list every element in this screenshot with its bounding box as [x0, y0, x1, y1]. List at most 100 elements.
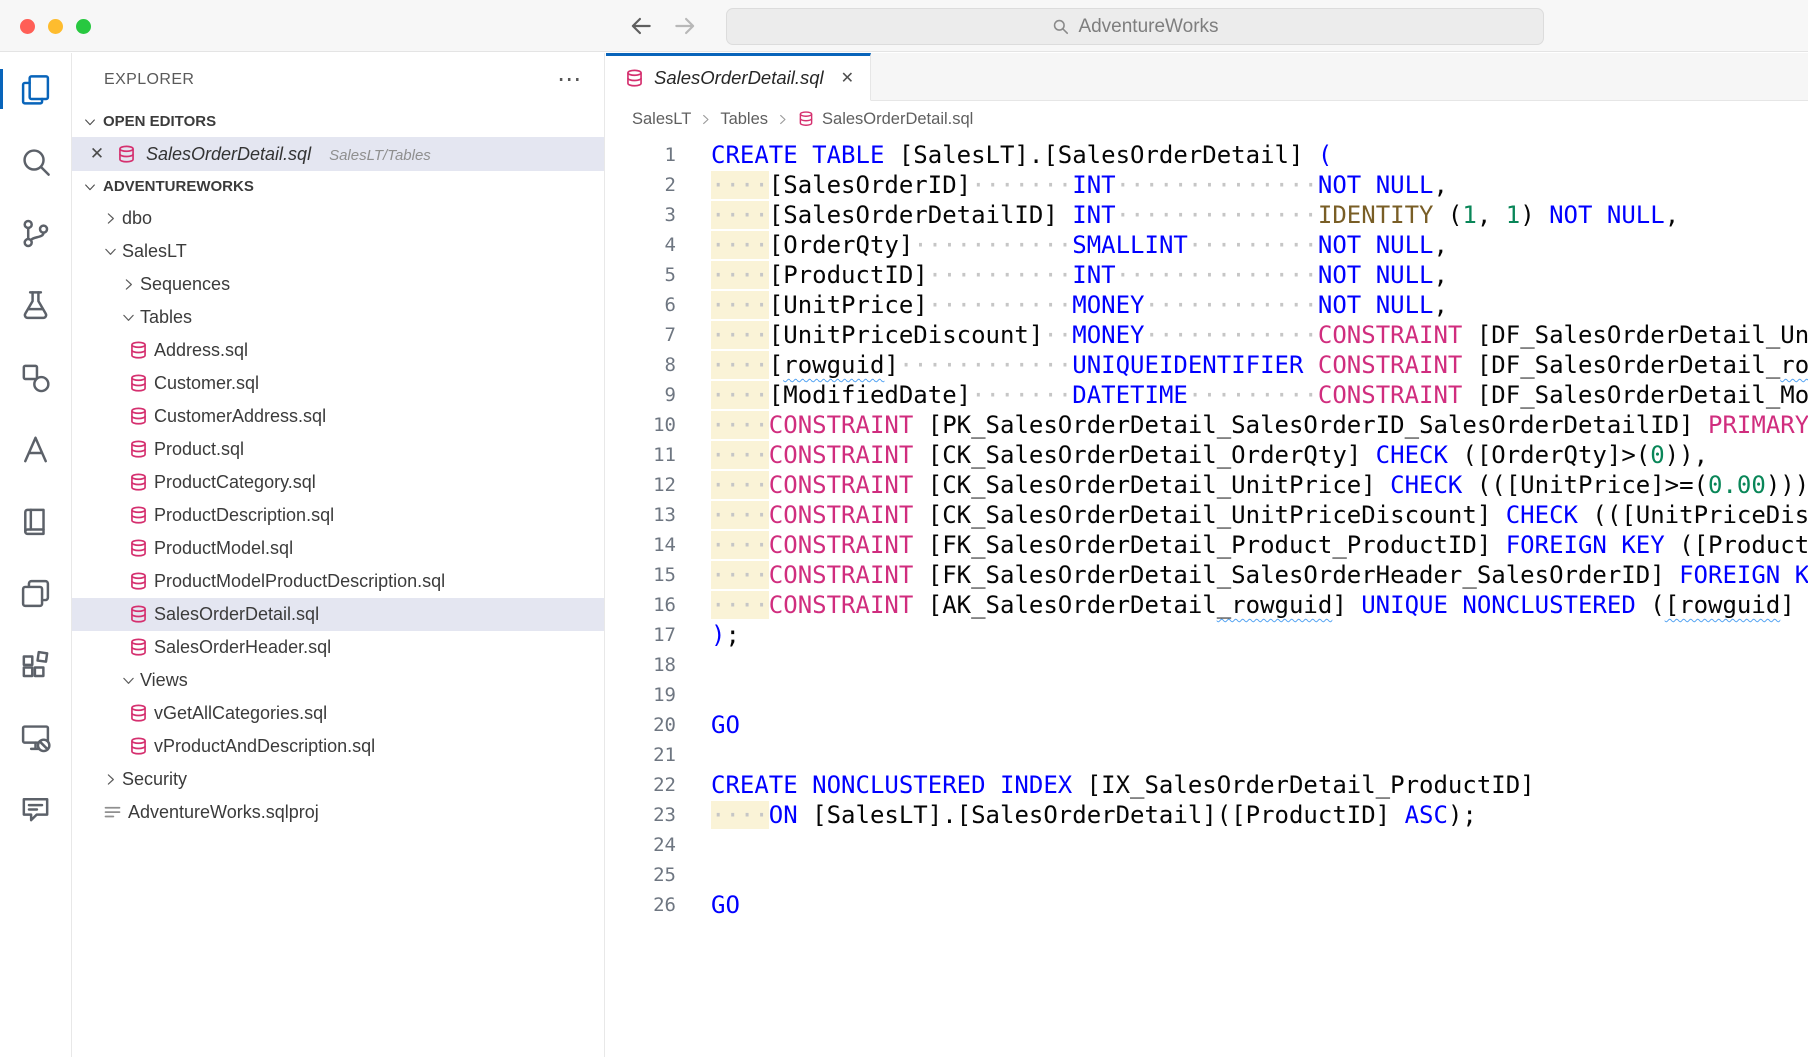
- tab-close-icon[interactable]: ✕: [841, 68, 854, 88]
- code-line-12[interactable]: 12····CONSTRAINT [CK_SalesOrderDetail_Un…: [606, 470, 1808, 500]
- azure-activity-button[interactable]: [0, 413, 72, 485]
- code-line-18[interactable]: 18: [606, 650, 1808, 680]
- code-line-19[interactable]: 19: [606, 680, 1808, 710]
- code-line-8[interactable]: 8····[rowguid]············UNIQUEIDENTIFI…: [606, 350, 1808, 380]
- tree-item-customer-sql[interactable]: Customer.sql: [72, 367, 604, 400]
- code-line-20[interactable]: 20GO: [606, 710, 1808, 740]
- explorer-actions-button[interactable]: ⋯: [557, 65, 582, 94]
- components-activity-button[interactable]: [0, 341, 72, 413]
- code-line-24[interactable]: 24: [606, 830, 1808, 860]
- tree-item-views[interactable]: Views: [72, 664, 604, 697]
- database-icon: [124, 637, 152, 658]
- back-button[interactable]: [628, 13, 654, 39]
- tree-item-security[interactable]: Security: [72, 763, 604, 796]
- close-window-button[interactable]: [20, 19, 35, 34]
- search-icon: [1051, 17, 1070, 36]
- code-line-21[interactable]: 21: [606, 740, 1808, 770]
- forward-button[interactable]: [672, 13, 698, 39]
- tree-item-saleslt[interactable]: SalesLT: [72, 235, 604, 268]
- line-content: ····[ModifiedDate]·······DATETIME·······…: [711, 380, 1808, 410]
- tree-item-productcategory-sql[interactable]: ProductCategory.sql: [72, 466, 604, 499]
- tree-item-productdescription-sql[interactable]: ProductDescription.sql: [72, 499, 604, 532]
- code-line-25[interactable]: 25: [606, 860, 1808, 890]
- code-line-9[interactable]: 9····[ModifiedDate]·······DATETIME······…: [606, 380, 1808, 410]
- minimize-window-button[interactable]: [48, 19, 63, 34]
- tree-item-salesorderheader-sql[interactable]: SalesOrderHeader.sql: [72, 631, 604, 664]
- windows-activity-button[interactable]: [0, 557, 72, 629]
- tree-item-product-sql[interactable]: Product.sql: [72, 433, 604, 466]
- breadcrumb-item-saleslt[interactable]: SalesLT: [632, 110, 691, 129]
- line-number: 26: [606, 890, 676, 920]
- tree-item-salesorderdetail-sql[interactable]: SalesOrderDetail.sql: [72, 598, 604, 631]
- tree-item-label: ProductDescription.sql: [154, 505, 334, 526]
- testing-activity-button[interactable]: [0, 269, 72, 341]
- open-editor-item[interactable]: ✕ SalesOrderDetail.sql SalesLT/Tables: [72, 137, 604, 171]
- tree-item-label: SalesLT: [122, 241, 187, 262]
- tree-item-vproductanddescription-sql[interactable]: vProductAndDescription.sql: [72, 730, 604, 763]
- tree-item-tables[interactable]: Tables: [72, 301, 604, 334]
- open-editors-header[interactable]: OPEN EDITORS: [72, 106, 604, 137]
- tree-item-customeraddress-sql[interactable]: CustomerAddress.sql: [72, 400, 604, 433]
- code-line-16[interactable]: 16····CONSTRAINT [AK_SalesOrderDetail_ro…: [606, 590, 1808, 620]
- line-content: ····[UnitPrice]··········MONEY··········…: [711, 290, 1448, 320]
- tree-item-address-sql[interactable]: Address.sql: [72, 334, 604, 367]
- database-icon: [124, 439, 152, 460]
- chevron-down-icon: [80, 177, 100, 197]
- code-line-23[interactable]: 23····ON [SalesLT].[SalesOrderDetail]([P…: [606, 800, 1808, 830]
- breadcrumb-item-tables[interactable]: Tables: [720, 110, 768, 129]
- code-line-11[interactable]: 11····CONSTRAINT [CK_SalesOrderDetail_Or…: [606, 440, 1808, 470]
- line-number: 8: [606, 350, 676, 380]
- code-editor[interactable]: 1CREATE TABLE [SalesLT].[SalesOrderDetai…: [606, 137, 1808, 1057]
- window-controls: [20, 19, 91, 34]
- tree-item-label: dbo: [122, 208, 152, 229]
- code-line-1[interactable]: 1CREATE TABLE [SalesLT].[SalesOrderDetai…: [606, 140, 1808, 170]
- code-line-7[interactable]: 7····[UnitPriceDiscount]··MONEY·········…: [606, 320, 1808, 350]
- code-line-17[interactable]: 17);: [606, 620, 1808, 650]
- tree-item-vgetallcategories-sql[interactable]: vGetAllCategories.sql: [72, 697, 604, 730]
- code-line-15[interactable]: 15····CONSTRAINT [FK_SalesOrderDetail_Sa…: [606, 560, 1808, 590]
- tree-item-productmodelproductdescription-sql[interactable]: ProductModelProductDescription.sql: [72, 565, 604, 598]
- chevron-right-icon: [98, 207, 122, 231]
- zoom-window-button[interactable]: [76, 19, 91, 34]
- database-icon: [124, 505, 152, 526]
- comments-icon: [18, 792, 53, 827]
- close-editor-icon[interactable]: ✕: [87, 144, 107, 164]
- code-line-10[interactable]: 10····CONSTRAINT [PK_SalesOrderDetail_Sa…: [606, 410, 1808, 440]
- search-icon: [18, 144, 53, 179]
- line-content: ····CONSTRAINT [CK_SalesOrderDetail_Orde…: [711, 440, 1708, 470]
- remote-activity-button[interactable]: [0, 701, 72, 773]
- comments-activity-button[interactable]: [0, 773, 72, 845]
- breadcrumb: SalesLT Tables SalesOrderDetail.sql: [606, 101, 1808, 137]
- code-line-3[interactable]: 3····[SalesOrderDetailID] INT···········…: [606, 200, 1808, 230]
- tree-item-productmodel-sql[interactable]: ProductModel.sql: [72, 532, 604, 565]
- tree-item-adventureworks-sqlproj[interactable]: AdventureWorks.sqlproj: [72, 796, 604, 829]
- code-line-2[interactable]: 2····[SalesOrderID]·······INT···········…: [606, 170, 1808, 200]
- line-content: ····CONSTRAINT [AK_SalesOrderDetail_rowg…: [711, 590, 1808, 620]
- tree-item-sequences[interactable]: Sequences: [72, 268, 604, 301]
- search-activity-button[interactable]: [0, 125, 72, 197]
- tab-salesorderdetail-sql[interactable]: SalesOrderDetail.sql ✕: [606, 53, 871, 101]
- window-search-field[interactable]: AdventureWorks: [726, 8, 1544, 45]
- breadcrumb-item-salesorderdetail-sql[interactable]: SalesOrderDetail.sql: [797, 110, 973, 129]
- code-line-14[interactable]: 14····CONSTRAINT [FK_SalesOrderDetail_Pr…: [606, 530, 1808, 560]
- tree-item-dbo[interactable]: dbo: [72, 202, 604, 235]
- open-editors-label: OPEN EDITORS: [103, 113, 216, 130]
- chevron-right-icon: [698, 112, 713, 127]
- extensions-activity-button[interactable]: [0, 629, 72, 701]
- notebooks-activity-button[interactable]: [0, 485, 72, 557]
- code-line-13[interactable]: 13····CONSTRAINT [CK_SalesOrderDetail_Un…: [606, 500, 1808, 530]
- code-line-22[interactable]: 22CREATE NONCLUSTERED INDEX [IX_SalesOrd…: [606, 770, 1808, 800]
- source-control-icon: [18, 216, 53, 251]
- line-number: 23: [606, 800, 676, 830]
- code-line-6[interactable]: 6····[UnitPrice]··········MONEY·········…: [606, 290, 1808, 320]
- source-control-activity-button[interactable]: [0, 197, 72, 269]
- code-line-5[interactable]: 5····[ProductID]··········INT···········…: [606, 260, 1808, 290]
- database-icon: [124, 340, 152, 361]
- code-line-26[interactable]: 26GO: [606, 890, 1808, 920]
- code-line-4[interactable]: 4····[OrderQty]···········SMALLINT······…: [606, 230, 1808, 260]
- project-section-header[interactable]: ADVENTUREWORKS: [72, 171, 604, 202]
- active-indicator: [0, 69, 3, 109]
- line-number: 17: [606, 620, 676, 650]
- explorer-activity-button[interactable]: [0, 53, 72, 125]
- history-nav: [628, 13, 698, 39]
